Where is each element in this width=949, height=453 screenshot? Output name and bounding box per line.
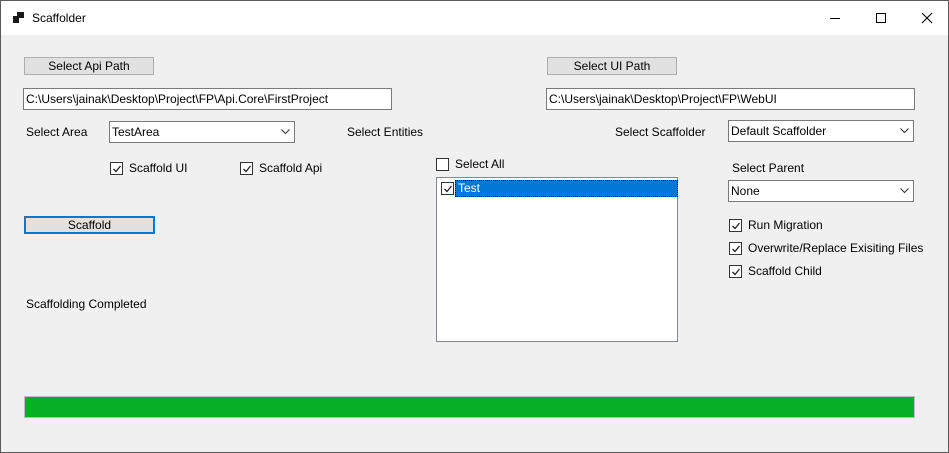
overwrite-files-checkbox[interactable]: Overwrite/Replace Exisiting Files: [729, 241, 929, 257]
maximize-button[interactable]: [858, 1, 904, 35]
entities-checked-list[interactable]: Test: [436, 177, 678, 342]
run-migration-label: Run Migration: [748, 218, 823, 232]
app-icon: [13, 12, 25, 24]
checkbox-box: [240, 162, 253, 175]
select-area-label: Select Area: [26, 125, 88, 139]
list-item-label: Test: [455, 180, 678, 197]
chevron-down-icon: [281, 129, 290, 135]
maximize-icon: [876, 13, 886, 23]
checkbox-box: [436, 158, 449, 171]
chevron-down-icon: [900, 188, 909, 194]
scaffold-button[interactable]: Scaffold: [24, 216, 155, 234]
checkbox-box: [729, 219, 742, 232]
ui-path-input[interactable]: C:\Users\jainak\Desktop\Project\FP\WebUI: [546, 88, 915, 110]
scaffolder-dropdown[interactable]: Default Scaffolder: [728, 120, 914, 142]
chevron-down-icon: [900, 128, 909, 134]
list-item[interactable]: Test: [439, 180, 678, 197]
status-label: Scaffolding Completed: [26, 297, 147, 311]
scaffold-api-checkbox[interactable]: Scaffold Api: [240, 161, 340, 177]
checkmark-icon: [732, 245, 741, 253]
form-client-area: Select Api Path Select UI Path C:\Users\…: [1, 35, 948, 453]
minimize-button[interactable]: [812, 1, 858, 35]
select-all-checkbox[interactable]: Select All: [436, 157, 526, 173]
area-dropdown-value: TestArea: [112, 125, 160, 139]
select-all-label: Select All: [455, 157, 505, 171]
overwrite-files-label: Overwrite/Replace Exisiting Files: [748, 241, 924, 255]
minimize-icon: [830, 18, 840, 19]
checkbox-box: [110, 162, 123, 175]
select-parent-label: Select Parent: [732, 161, 805, 175]
select-api-path-button[interactable]: Select Api Path: [24, 57, 154, 75]
scaffolder-window: Scaffolder Select Api Path Select UI Pat…: [0, 0, 949, 453]
checkmark-icon: [732, 268, 741, 276]
checkmark-icon: [732, 222, 741, 230]
title-bar[interactable]: Scaffolder: [1, 1, 948, 35]
scaffold-api-label: Scaffold Api: [259, 161, 323, 175]
parent-dropdown[interactable]: None: [728, 180, 914, 202]
progress-fill: [25, 397, 914, 417]
window-title: Scaffolder: [32, 11, 86, 25]
checkbox-box: [729, 265, 742, 278]
checkbox-box[interactable]: [441, 182, 454, 195]
run-migration-checkbox[interactable]: Run Migration: [729, 218, 849, 234]
parent-dropdown-value: None: [731, 184, 760, 198]
scaffold-ui-checkbox[interactable]: Scaffold UI: [110, 161, 200, 177]
area-dropdown[interactable]: TestArea: [109, 121, 295, 143]
scaffold-ui-label: Scaffold UI: [129, 161, 188, 175]
checkmark-icon: [113, 165, 122, 173]
select-ui-path-button[interactable]: Select UI Path: [547, 57, 677, 75]
checkmark-icon: [444, 185, 453, 193]
close-icon: [921, 12, 933, 24]
scaffolder-dropdown-value: Default Scaffolder: [731, 124, 827, 138]
scaffold-child-checkbox[interactable]: Scaffold Child: [729, 264, 849, 280]
checkmark-icon: [243, 165, 252, 173]
scaffold-child-label: Scaffold Child: [748, 264, 822, 278]
api-path-input[interactable]: C:\Users\jainak\Desktop\Project\FP\Api.C…: [23, 88, 392, 110]
close-button[interactable]: [904, 1, 949, 35]
select-entities-label: Select Entities: [347, 125, 424, 139]
select-scaffolder-label: Select Scaffolder: [615, 125, 706, 139]
checkbox-box: [729, 242, 742, 255]
progress-bar: [24, 396, 915, 418]
